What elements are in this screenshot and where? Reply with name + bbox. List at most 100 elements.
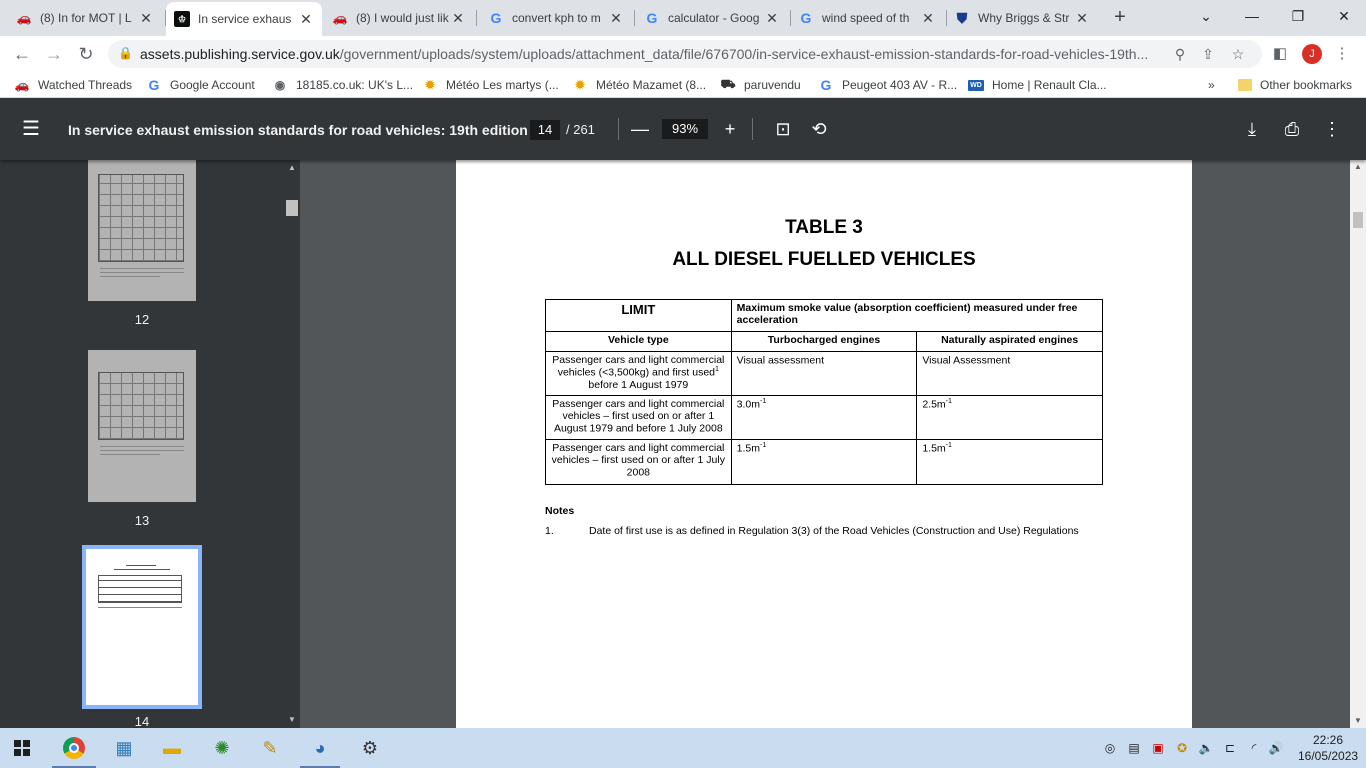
close-icon[interactable]: ✕	[138, 10, 154, 26]
tab-3[interactable]: 🚗 (8) I would just lik ✕	[324, 4, 474, 32]
hamburger-menu-icon[interactable]: ☰	[22, 119, 46, 139]
emission-limits-table: LIMIT Maximum smoke value (absorption co…	[545, 299, 1104, 485]
side-panel-icon[interactable]: ◧	[1268, 42, 1292, 66]
share-icon[interactable]: ⇪	[1198, 44, 1218, 64]
tab-title: (8) I would just lik	[356, 11, 449, 25]
shield-icon: ⛊	[956, 9, 968, 26]
thunderbird-icon[interactable]: ◕	[306, 734, 334, 762]
control-panel-icon[interactable]: ▦	[110, 734, 138, 762]
reload-icon[interactable]: ↻	[74, 42, 98, 66]
other-bookmarks-folder[interactable]: Other bookmarks	[1238, 76, 1352, 94]
network-cable-icon[interactable]: ⊏	[1222, 740, 1238, 756]
scroll-down-arrow-icon[interactable]: ▼	[1350, 714, 1366, 728]
new-tab-button[interactable]: +	[1108, 6, 1132, 30]
close-icon[interactable]: ✕	[920, 10, 936, 26]
zoom-input[interactable]: 93%	[662, 119, 708, 139]
close-icon[interactable]: ✕	[764, 10, 780, 26]
document-page: TABLE 3 ALL DIESEL FUELLED VEHICLES LIMI…	[456, 160, 1192, 728]
speaker-icon[interactable]: 🔊	[1268, 740, 1284, 756]
bookmark-label: paruvendu	[744, 78, 801, 92]
bookmark-item[interactable]: ✹ Météo Mazamet (8...	[572, 76, 706, 94]
pdf-viewport[interactable]: 12 13 14 ▲ ▼ TABLE 3 ALL DIESEL FUELLED …	[0, 160, 1366, 728]
bookmark-item[interactable]: ✹ Météo Les martys (...	[422, 76, 559, 94]
fit-page-icon[interactable]: ⊡	[771, 117, 795, 141]
bookmark-item[interactable]: WD Home | Renault Cla...	[968, 76, 1107, 94]
zoom-out-button[interactable]: —	[628, 117, 652, 141]
thumbnail-text	[100, 446, 184, 447]
url-path: /government/uploads/system/uploads/attac…	[339, 46, 1149, 62]
close-window-icon[interactable]: ✕	[1330, 4, 1358, 28]
value-text: 3.0m	[736, 398, 760, 411]
settings-gear-icon[interactable]: ⚙	[356, 734, 384, 762]
bookmark-item[interactable]: G Peugeot 403 AV - R...	[818, 76, 958, 94]
page-thumbnail-12[interactable]	[88, 160, 196, 301]
clock-date[interactable]: 16/05/2023	[1298, 749, 1358, 763]
value-text: 2.5m	[922, 398, 946, 411]
chrome-taskbar-button[interactable]	[60, 734, 88, 762]
url-text[interactable]: assets.publishing.service.gov.uk/governm…	[140, 46, 1160, 62]
page-thumbnail-13[interactable]	[88, 350, 196, 502]
sidebar-scrollbar[interactable]	[284, 160, 300, 728]
bookmark-star-icon[interactable]: ☆	[1228, 44, 1248, 64]
bookmark-item[interactable]: ◉ 18185.co.uk: UK's L...	[272, 76, 413, 94]
tab-5[interactable]: G calculator - Goog ✕	[636, 4, 788, 32]
avatar[interactable]: J	[1302, 44, 1322, 64]
page-number-input[interactable]: 14	[530, 120, 560, 140]
thumbnail-text	[98, 607, 182, 608]
naturally-aspirated-value: Visual Assessment	[916, 351, 1103, 396]
tray-ccleaner-icon[interactable]: ▣	[1150, 740, 1166, 756]
zoom-in-button[interactable]: +	[718, 117, 742, 141]
sidebar-scroll-thumb[interactable]	[286, 200, 298, 216]
zoom-magnifier-icon[interactable]: ⚲	[1170, 44, 1190, 64]
lock-icon[interactable]: 🔒	[118, 46, 133, 62]
windows-start-icon[interactable]	[14, 740, 30, 756]
address-bar[interactable]: 🔒 assets.publishing.service.gov.uk/gover…	[108, 40, 1262, 68]
close-icon[interactable]: ✕	[608, 10, 624, 26]
restore-icon[interactable]: ❐	[1284, 4, 1312, 28]
kebab-menu-icon[interactable]: ⋮	[1330, 42, 1354, 66]
bookmark-item[interactable]: 🚗 Watched Threads	[14, 76, 133, 94]
close-icon[interactable]: ✕	[298, 11, 314, 27]
wifi-icon[interactable]: ◜	[1246, 740, 1262, 756]
value-text: Visual Assessment	[922, 354, 1011, 367]
rotate-icon[interactable]: ⟲	[807, 117, 831, 141]
minimize-icon[interactable]: —	[1238, 4, 1266, 28]
tab-6[interactable]: G wind speed of th ✕	[790, 4, 944, 32]
tray-printer-icon[interactable]: ▤	[1126, 740, 1142, 756]
bookmark-item[interactable]: ⛟ paruvendu	[720, 76, 801, 94]
tab-1[interactable]: 🚗 (8) In for MOT | L ✕	[8, 4, 162, 32]
print-icon[interactable]: ⎙	[1280, 117, 1304, 141]
tray-security-icon[interactable]: ✪	[1174, 740, 1190, 756]
download-icon[interactable]: ⤓	[1240, 117, 1264, 141]
back-arrow-icon[interactable]: ←	[10, 42, 34, 66]
tab-4[interactable]: G convert kph to m ✕	[480, 4, 632, 32]
scroll-up-arrow-icon[interactable]: ▲	[1350, 160, 1366, 174]
forward-arrow-icon[interactable]: →	[42, 42, 66, 66]
volume-muted-icon[interactable]: 🔈	[1198, 740, 1214, 756]
bookmarks-overflow-button[interactable]: »	[1208, 76, 1215, 94]
limit-header: LIMIT	[545, 299, 732, 332]
document-scrollbar[interactable]	[1350, 160, 1366, 728]
scroll-down-arrow-icon[interactable]: ▼	[284, 714, 300, 726]
clock-time[interactable]: 22:26	[1298, 733, 1358, 747]
unit-exponent: -1	[945, 442, 952, 449]
tab-search-chevron-icon[interactable]: ⌄	[1192, 4, 1220, 28]
thumbnail-table	[98, 372, 184, 440]
more-options-icon[interactable]: ⋮	[1320, 117, 1344, 141]
tab-2-active[interactable]: ♔ In service exhaus ✕	[166, 2, 322, 36]
pencil-app-icon[interactable]: ✎	[256, 734, 284, 762]
app-icon[interactable]: ✺	[208, 734, 236, 762]
bookmark-label: Watched Threads	[38, 78, 133, 92]
document-scroll-thumb[interactable]	[1353, 212, 1363, 228]
close-icon[interactable]: ✕	[450, 10, 466, 26]
scroll-up-arrow-icon[interactable]: ▲	[284, 162, 300, 174]
file-explorer-icon[interactable]: ▬	[158, 734, 186, 762]
table-row: Passenger cars and light commercial vehi…	[545, 439, 1103, 485]
bookmark-item[interactable]: G Google Account	[146, 76, 255, 94]
tab-7[interactable]: ⛊ Why Briggs & Str ✕	[946, 4, 1098, 32]
tray-app-icon[interactable]: ◎	[1102, 740, 1118, 756]
page-thumbnail-14-active[interactable]	[82, 545, 202, 709]
screen: 🚗 (8) In for MOT | L ✕ ♔ In service exha…	[0, 0, 1366, 768]
close-icon[interactable]: ✕	[1074, 10, 1090, 26]
tab-title: convert kph to m	[512, 11, 601, 25]
